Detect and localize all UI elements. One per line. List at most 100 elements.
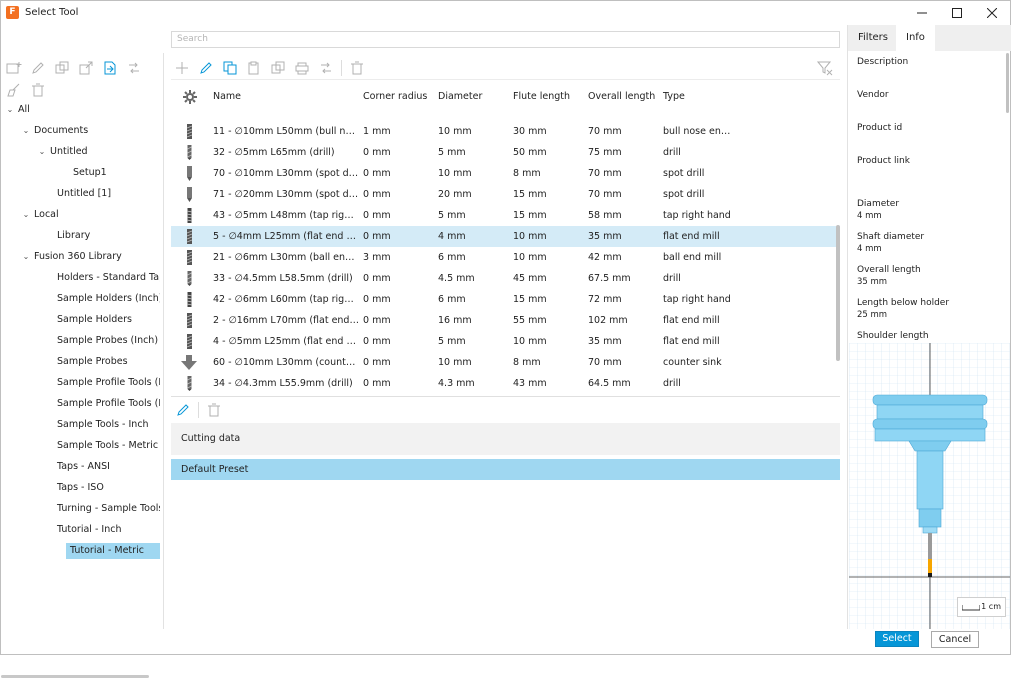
info-label: Overall length [857,265,921,275]
print-icon [295,62,309,75]
tree-item[interactable]: Holders - Standard Taper Blanks [37,270,160,286]
column-header-type[interactable]: Type [663,81,685,113]
edit-tool-button[interactable] [197,59,215,77]
tree-item[interactable]: Sample Probes (Inch) [37,333,160,349]
cutting-data-header: Cutting data [171,423,840,455]
edit-preset-button[interactable] [174,401,192,419]
tree-item[interactable]: Taps - ISO [37,480,160,496]
tree-item[interactable]: Sample Holders (Inch) [37,291,160,307]
chevron-down-icon[interactable]: ⌄ [21,249,31,265]
maximize-button[interactable] [940,1,974,25]
paste-tool-button[interactable] [245,59,263,77]
copy-tool-button[interactable] [221,59,239,77]
close-button[interactable] [975,1,1009,25]
table-row[interactable]: 5 - ∅4mm L25mm (flat end mill) 0 mm 4 mm 10… [171,226,836,247]
table-row[interactable]: 11 - ∅10mm L50mm (bull nose end mill) 1 m… [171,121,836,142]
tree-item[interactable]: ⌄ Untitled [37,144,160,160]
table-scroll-thumb[interactable] [836,225,840,361]
minimize-button[interactable] [905,1,939,25]
chevron-down-icon[interactable]: ⌄ [21,123,31,139]
info-fields: Description Vendor Product id Product link D… [848,51,1008,368]
column-header-overall-length[interactable]: Overall length [588,81,655,113]
table-row[interactable]: 43 - ∅5mm L48mm (tap right hand) 0 mm 5 mm… [171,205,836,226]
tree-item[interactable]: Sample Profile Tools (Metric) [37,396,160,412]
cell-name: 42 - ∅6mm L60mm (tap right hand) [213,294,359,305]
cell-flute: 10 mm [513,231,547,242]
duplicate-button[interactable] [53,59,71,77]
delete-tool-button[interactable] [348,59,366,77]
delete-preset-button[interactable] [205,401,223,419]
table-row[interactable]: 2 - ∅16mm L70mm (flat end mill) 0 mm 16 mm… [171,310,836,331]
cell-diameter: 20 mm [438,189,472,200]
tree-item[interactable]: Setup1 [53,165,160,181]
tree-item[interactable]: Tutorial - Inch [37,522,160,538]
tree-item[interactable]: ⌄ Fusion 360 Library [21,249,160,265]
table-row[interactable]: 4 - ∅5mm L25mm (flat end mill) 0 mm 5 mm 10… [171,331,836,352]
duplicate-tool-button[interactable] [269,59,287,77]
column-header-corner-radius[interactable]: Corner radius [363,81,427,113]
tree-item[interactable]: Sample Tools - Metric [37,438,160,454]
info-value: 4 mm [857,244,882,254]
rename-button[interactable] [29,59,47,77]
preset-row[interactable]: Default Preset [171,459,840,480]
tree-item[interactable]: Turning - Sample Tools [37,501,160,517]
tree-item[interactable]: Untitled [1] [37,186,160,202]
sync-button[interactable] [125,59,143,77]
table-row[interactable]: 34 - ∅4.3mm L55.9mm (drill) 0 mm 4.3 mm 43 … [171,373,836,393]
tree-item[interactable]: Taps - ANSI [37,459,160,475]
tree-item-label: Taps - ANSI [57,461,110,472]
tree-item[interactable]: Sample Probes [37,354,160,370]
tab-filters[interactable]: Filters [848,25,898,51]
cell-type: tap right hand [663,294,731,305]
add-tool-button[interactable] [173,59,191,77]
tool-preview[interactable]: 1 cm [849,343,1010,629]
info-label: Shoulder length [857,331,929,341]
select-button[interactable]: Select [875,631,919,647]
tree-item[interactable]: ⌄ All [5,102,160,118]
tree-item[interactable]: ⌄ Local [21,207,160,223]
clear-filter-button[interactable] [816,59,834,77]
table-row[interactable]: 33 - ∅4.5mm L58.5mm (drill) 0 mm 4.5 mm 45 … [171,268,836,289]
export-button[interactable] [77,59,95,77]
table-row[interactable]: 60 - ∅10mm L30mm (counter sink) 0 mm 10 mm… [171,352,836,373]
table-row[interactable]: 21 - ∅6mm L30mm (ball end mill) 3 mm 6 mm 1… [171,247,836,268]
tree-item[interactable]: Sample Tools - Inch [37,417,160,433]
cell-name: 70 - ∅10mm L30mm (spot drill) [213,168,359,179]
tree-item[interactable]: Library [37,228,160,244]
table-row[interactable]: 70 - ∅10mm L30mm (spot drill) 0 mm 10 mm 8 … [171,163,836,184]
cell-flute: 8 mm [513,168,541,179]
column-header-flute-length[interactable]: Flute length [513,81,570,113]
scale-bar-icon [962,605,980,611]
clean-button[interactable] [5,81,23,99]
tree-item[interactable]: Sample Holders [37,312,160,328]
table-row[interactable]: 71 - ∅20mm L30mm (spot drill) 0 mm 20 mm 15… [171,184,836,205]
search-input[interactable]: Search [171,31,840,48]
cell-corner: 0 mm [363,315,391,326]
tree-item[interactable]: Sample Profile Tools (Inch) [37,375,160,391]
tree-item-label: Sample Profile Tools (Inch) [57,377,160,388]
tab-info[interactable]: Info [896,25,935,51]
cutting-data-panel: Cutting data Default Preset [171,396,840,628]
cell-diameter: 4.5 mm [438,273,475,284]
column-header-diameter[interactable]: Diameter [438,81,482,113]
renumber-button[interactable] [317,59,335,77]
table-row[interactable]: 32 - ∅5mm L65mm (drill) 0 mm 5 mm 50 mm 75 m… [171,142,836,163]
chevron-down-icon[interactable]: ⌄ [21,207,31,223]
cell-type: spot drill [663,168,705,179]
cancel-button[interactable]: Cancel [931,631,979,648]
chevron-down-icon[interactable]: ⌄ [5,102,15,118]
spot-icon [186,187,193,202]
new-folder-button[interactable] [5,59,23,77]
info-panel: Filters Info Description Vendor Product id… [847,25,1011,629]
tree-item[interactable]: ⌄ Documents [21,123,160,139]
column-header-name[interactable]: Name [213,81,241,113]
info-scrollbar[interactable] [1006,53,1009,113]
import-button[interactable] [101,59,119,77]
column-settings-button[interactable] [183,81,197,113]
tree-item[interactable]: Tutorial - Metric [66,543,160,559]
print-button[interactable] [293,59,311,77]
table-row[interactable]: 42 - ∅6mm L60mm (tap right hand) 0 mm 6 mm… [171,289,836,310]
chevron-down-icon[interactable]: ⌄ [37,144,47,160]
library-toolbar-row2 [5,81,47,99]
delete-library-button[interactable] [29,81,47,99]
